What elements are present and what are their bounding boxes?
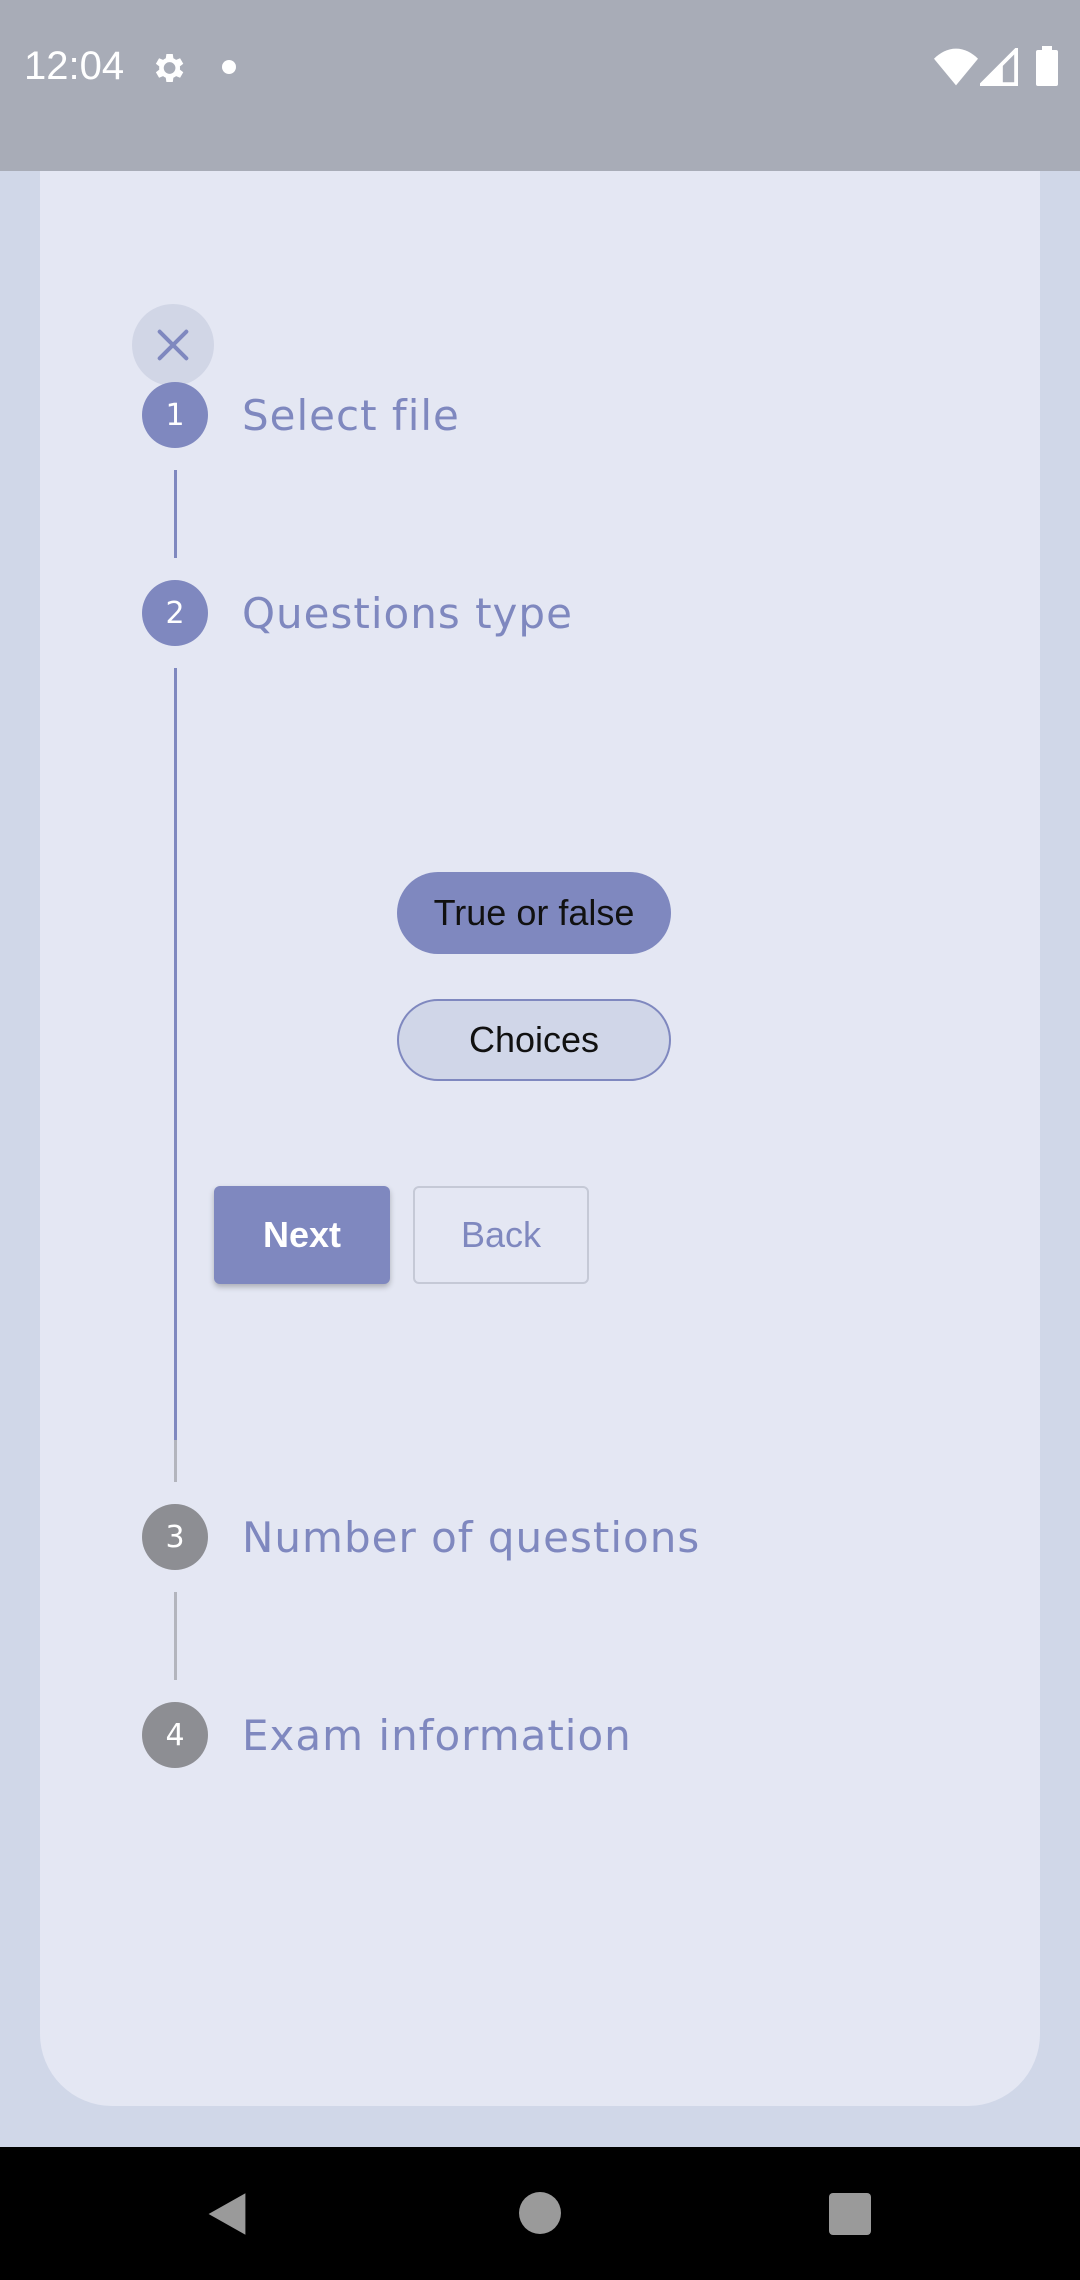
step-connector-1 xyxy=(174,470,177,558)
status-bar: 12:04 xyxy=(0,0,1080,171)
notification-dot-icon xyxy=(222,60,236,74)
cell-signal-icon xyxy=(980,48,1018,86)
nav-home-icon[interactable] xyxy=(519,2192,561,2234)
close-icon xyxy=(157,329,189,361)
nav-back-icon[interactable] xyxy=(204,2191,250,2237)
step-number-of-questions[interactable]: 3 Number of questions xyxy=(142,1504,700,1570)
nav-recent-apps-icon[interactable] xyxy=(829,2193,871,2235)
next-button[interactable]: Next xyxy=(214,1186,390,1284)
close-button[interactable] xyxy=(132,304,214,386)
status-time: 12:04 xyxy=(24,44,125,88)
step-exam-information[interactable]: 4 Exam information xyxy=(142,1702,632,1768)
step-connector-2 xyxy=(174,668,177,1440)
step-number-4: 4 xyxy=(142,1702,208,1768)
step-number-2: 2 xyxy=(142,580,208,646)
step-connector-2-tail xyxy=(174,1440,177,1482)
step-number-1: 1 xyxy=(142,382,208,448)
step-label-number-of-questions: Number of questions xyxy=(242,1512,701,1562)
wifi-icon xyxy=(934,48,978,86)
chip-choices[interactable]: Choices xyxy=(397,999,671,1081)
back-button[interactable]: Back xyxy=(413,1186,589,1284)
settings-gear-icon xyxy=(155,54,184,82)
step-number-3: 3 xyxy=(142,1504,208,1570)
step-label-questions-type: Questions type xyxy=(242,588,573,638)
step-label-select-file: Select file xyxy=(242,390,460,440)
step-questions-type[interactable]: 2 Questions type xyxy=(142,580,573,646)
battery-icon xyxy=(1036,46,1058,86)
system-navigation-bar xyxy=(0,2147,1080,2280)
step-connector-3 xyxy=(174,1592,177,1680)
step-label-exam-information: Exam information xyxy=(242,1710,632,1760)
step-select-file[interactable]: 1 Select file xyxy=(142,382,460,448)
chip-true-or-false[interactable]: True or false xyxy=(397,872,671,954)
